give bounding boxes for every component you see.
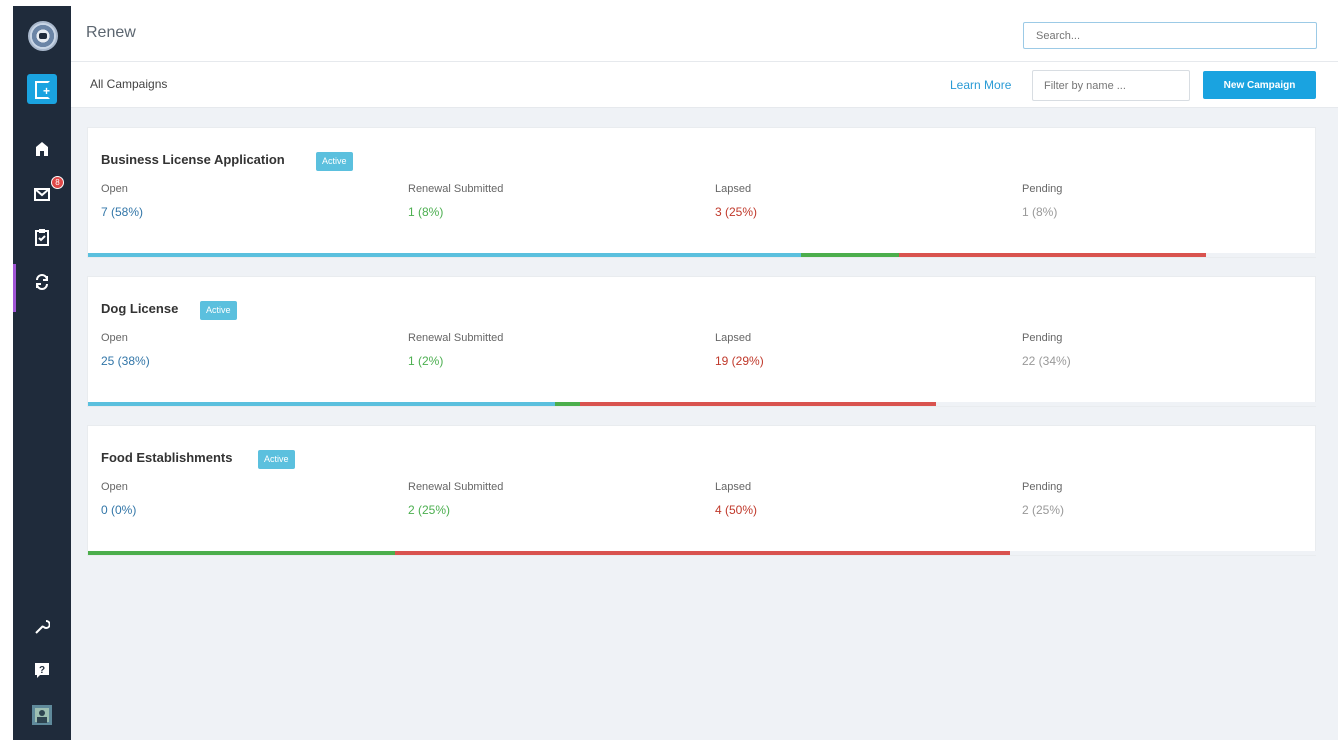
page-title: Renew	[86, 24, 136, 41]
sidebar: 8 ?	[13, 6, 71, 740]
campaign-card[interactable]: Business License Application Active Open…	[87, 127, 1317, 258]
stat-value: 19 (29%)	[715, 354, 764, 368]
stat-value: 4 (50%)	[715, 503, 758, 517]
stat-label: Renewal Submitted	[408, 481, 504, 493]
progress-bar	[88, 253, 1317, 257]
progress-lapsed	[580, 402, 936, 406]
section-title: All Campaigns	[90, 77, 168, 91]
new-document-icon[interactable]	[27, 74, 57, 104]
stat-label: Pending	[1022, 481, 1063, 493]
progress-lapsed	[899, 253, 1206, 257]
campaign-list: Business License Application Active Open…	[71, 108, 1338, 740]
stat-value: 25 (38%)	[101, 354, 150, 368]
progress-renewal	[88, 551, 395, 555]
stat-lapsed: Lapsed 4 (50%)	[715, 481, 757, 517]
campaign-name: Business License Application	[101, 152, 285, 167]
stat-value: 2 (25%)	[1022, 503, 1065, 517]
progress-renewal	[801, 253, 899, 257]
renew-icon[interactable]	[30, 270, 54, 294]
new-campaign-button[interactable]: New Campaign	[1203, 71, 1316, 99]
stat-renewal: Renewal Submitted 2 (25%)	[408, 481, 503, 517]
status-badge: Active	[316, 152, 353, 171]
search-input[interactable]	[1023, 22, 1317, 49]
stat-label: Pending	[1022, 183, 1063, 195]
stat-open: Open 25 (38%)	[101, 332, 150, 368]
stat-label: Open	[101, 332, 128, 344]
stat-pending: Pending 2 (25%)	[1022, 481, 1064, 517]
active-nav-marker	[13, 264, 16, 312]
progress-open	[88, 402, 555, 406]
svg-text:?: ?	[39, 665, 45, 676]
stat-label: Renewal Submitted	[408, 332, 504, 344]
status-badge: Active	[200, 301, 237, 320]
stat-value: 22 (34%)	[1022, 354, 1071, 368]
stat-value: 1 (8%)	[408, 205, 444, 219]
stat-open: Open 7 (58%)	[101, 183, 143, 219]
top-header: Renew	[71, 6, 1338, 62]
stat-value: 7 (58%)	[101, 205, 144, 219]
stat-lapsed: Lapsed 19 (29%)	[715, 332, 764, 368]
stat-label: Open	[101, 183, 128, 195]
status-badge: Active	[258, 450, 295, 469]
stat-pending: Pending 1 (8%)	[1022, 183, 1062, 219]
stat-pending: Pending 22 (34%)	[1022, 332, 1071, 368]
progress-lapsed	[395, 551, 1010, 555]
campaign-name: Food Establishments	[101, 450, 233, 465]
filter-input[interactable]	[1032, 70, 1190, 101]
learn-more-link[interactable]: Learn More	[950, 78, 1011, 92]
stat-label: Open	[101, 481, 128, 493]
stat-value: 0 (0%)	[101, 503, 137, 517]
stat-lapsed: Lapsed 3 (25%)	[715, 183, 757, 219]
stat-label: Pending	[1022, 332, 1063, 344]
stat-renewal: Renewal Submitted 1 (8%)	[408, 183, 503, 219]
mail-badge: 8	[51, 176, 64, 189]
stat-value: 3 (25%)	[715, 205, 758, 219]
stat-label: Lapsed	[715, 481, 752, 493]
stat-value: 1 (8%)	[1022, 205, 1058, 219]
app-logo[interactable]	[28, 21, 58, 51]
wrench-icon[interactable]	[30, 615, 54, 639]
help-icon[interactable]: ?	[30, 658, 54, 682]
stat-label: Renewal Submitted	[408, 183, 504, 195]
stat-open: Open 0 (0%)	[101, 481, 136, 517]
progress-renewal	[555, 402, 580, 406]
stat-label: Lapsed	[715, 183, 752, 195]
stat-value: 2 (25%)	[408, 503, 451, 517]
campaigns-toolbar: All Campaigns Learn More New Campaign	[71, 62, 1338, 108]
campaign-card[interactable]: Food Establishments Active Open 0 (0%) R…	[87, 425, 1317, 556]
user-avatar[interactable]	[30, 703, 54, 727]
campaign-name: Dog License	[101, 301, 179, 316]
clipboard-icon[interactable]	[30, 225, 54, 249]
progress-open	[88, 253, 801, 257]
stat-value: 1 (2%)	[408, 354, 444, 368]
campaign-card[interactable]: Dog License Active Open 25 (38%) Renewal…	[87, 276, 1317, 407]
progress-bar	[88, 551, 1317, 555]
stat-label: Lapsed	[715, 332, 752, 344]
building-icon[interactable]	[30, 137, 54, 161]
stat-renewal: Renewal Submitted 1 (2%)	[408, 332, 503, 368]
progress-bar	[88, 402, 1317, 406]
mail-icon[interactable]	[30, 182, 54, 206]
